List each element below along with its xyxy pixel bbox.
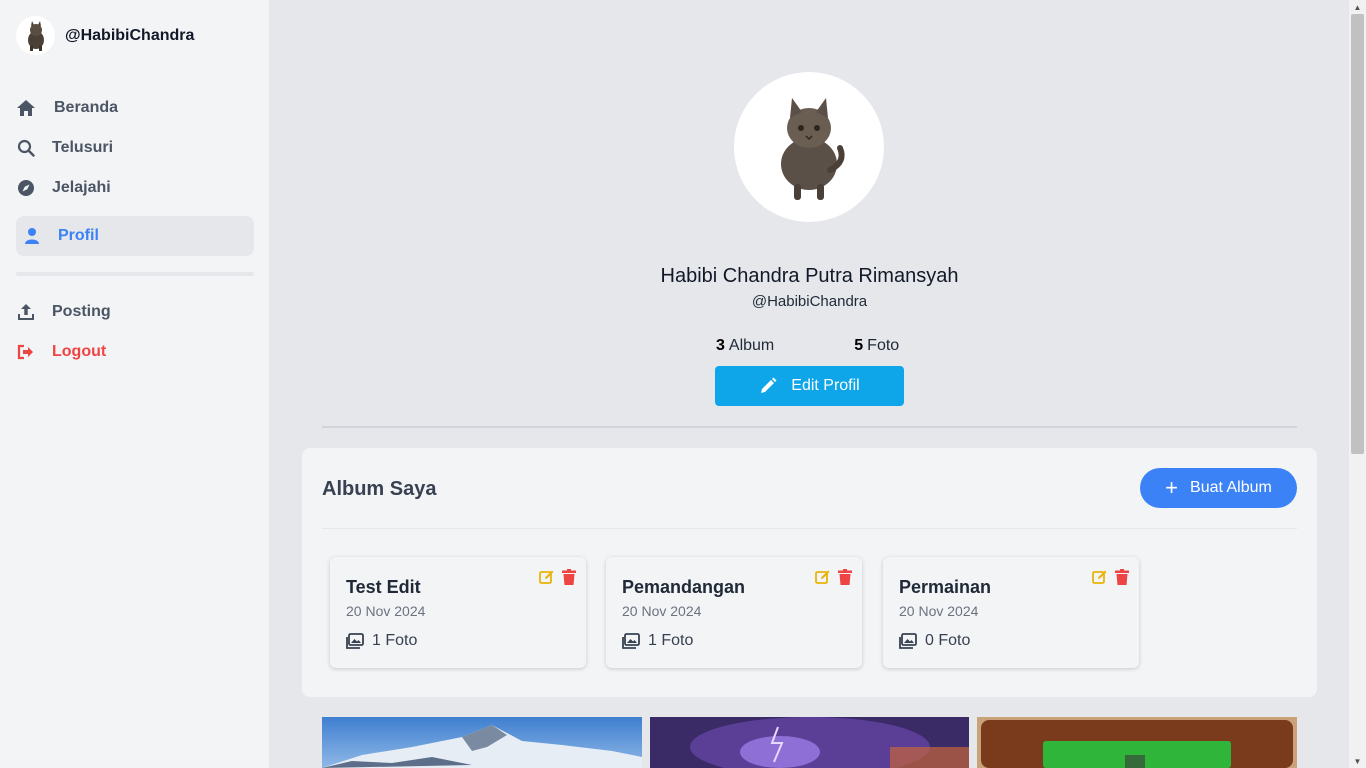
create-album-button[interactable]: + Buat Album bbox=[1140, 468, 1297, 508]
albums-title: Album Saya bbox=[322, 478, 437, 500]
photo-thumbnail-storm[interactable] bbox=[650, 717, 969, 768]
sidebar-divider bbox=[16, 272, 254, 276]
brand-handle: @HabibiChandra bbox=[65, 26, 195, 44]
photo-thumbnail-game[interactable] bbox=[977, 717, 1297, 768]
sidebar-nav: Beranda Telusuri Jelajahi Profil Posting… bbox=[16, 88, 254, 372]
sidebar: @HabibiChandra Beranda Telusuri Jelajahi… bbox=[0, 0, 270, 768]
sidebar-item-posting[interactable]: Posting bbox=[16, 292, 254, 332]
album-count: 3 bbox=[716, 337, 725, 354]
album-count-text: 1 Foto bbox=[372, 632, 418, 649]
sidebar-item-label: Profil bbox=[58, 227, 99, 244]
album-count-text: 1 Foto bbox=[648, 632, 694, 649]
albums-divider bbox=[322, 528, 1297, 529]
album-actions bbox=[1085, 569, 1131, 585]
album-actions bbox=[808, 569, 854, 585]
album-photo-count: 0 Foto bbox=[899, 632, 970, 650]
avatar bbox=[16, 16, 55, 55]
edit-icon[interactable] bbox=[539, 569, 555, 585]
photo-stat: 5 Foto bbox=[854, 337, 899, 355]
scroll-down-icon[interactable]: ▼ bbox=[1349, 754, 1366, 768]
photo-stat-label: Foto bbox=[867, 337, 900, 354]
upload-icon bbox=[16, 302, 36, 322]
album-date: 20 Nov 2024 bbox=[899, 603, 979, 619]
user-icon bbox=[22, 226, 42, 246]
photo-count: 5 bbox=[854, 337, 864, 354]
edit-icon[interactable] bbox=[815, 569, 831, 585]
trash-icon[interactable] bbox=[838, 569, 854, 585]
search-icon bbox=[16, 138, 36, 158]
plus-icon: + bbox=[1165, 475, 1179, 500]
profile-stats: 3 Album 5 Foto bbox=[716, 337, 899, 355]
images-icon bbox=[899, 633, 917, 649]
edit-profile-button[interactable]: Edit Profil bbox=[715, 366, 904, 406]
home-icon bbox=[16, 98, 36, 118]
sidebar-item-label: Jelajahi bbox=[52, 179, 111, 196]
trash-icon[interactable] bbox=[562, 569, 578, 585]
main-content: Habibi Chandra Putra Rimansyah @HabibiCh… bbox=[270, 0, 1349, 768]
logout-icon bbox=[16, 342, 36, 362]
sidebar-item-jelajahi[interactable]: Jelajahi bbox=[16, 168, 254, 208]
album-stat-label: Album bbox=[728, 337, 775, 354]
images-icon bbox=[622, 633, 640, 649]
pencil-icon bbox=[759, 377, 777, 395]
album-card[interactable]: Pemandangan 20 Nov 2024 1 Foto bbox=[606, 557, 862, 668]
album-count-text: 0 Foto bbox=[925, 632, 971, 649]
edit-profile-label: Edit Profil bbox=[791, 377, 860, 394]
compass-icon bbox=[16, 178, 36, 198]
brand[interactable]: @HabibiChandra bbox=[16, 16, 194, 55]
album-date: 20 Nov 2024 bbox=[622, 603, 702, 619]
page-scrollbar[interactable]: ▲ ▼ bbox=[1349, 0, 1366, 768]
edit-icon[interactable] bbox=[1092, 569, 1108, 585]
sidebar-item-label: Beranda bbox=[54, 99, 119, 116]
album-photo-count: 1 Foto bbox=[622, 632, 693, 650]
images-icon bbox=[346, 633, 364, 649]
photo-thumbnail-mountain[interactable] bbox=[322, 717, 642, 768]
sidebar-item-label: Posting bbox=[52, 303, 111, 320]
album-name: Permainan bbox=[899, 577, 992, 597]
sidebar-item-telusuri[interactable]: Telusuri bbox=[16, 128, 254, 168]
album-stat: 3 Album bbox=[716, 337, 774, 355]
sidebar-item-logout[interactable]: Logout bbox=[16, 332, 254, 372]
album-actions bbox=[532, 569, 578, 585]
album-card[interactable]: Permainan 20 Nov 2024 0 Foto bbox=[883, 557, 1139, 668]
album-card[interactable]: Test Edit 20 Nov 2024 1 Foto bbox=[330, 557, 586, 668]
albums-panel: Album Saya + Buat Album Test Edit 20 Nov… bbox=[302, 448, 1317, 697]
album-photo-count: 1 Foto bbox=[346, 632, 417, 650]
scrollbar-thumb[interactable] bbox=[1351, 14, 1364, 454]
profile-divider bbox=[322, 426, 1297, 428]
album-date: 20 Nov 2024 bbox=[346, 603, 426, 619]
profile-full-name: Habibi Chandra Putra Rimansyah bbox=[660, 265, 959, 287]
scroll-up-icon[interactable]: ▲ bbox=[1349, 0, 1366, 14]
profile-avatar bbox=[734, 72, 884, 222]
create-album-label: Buat Album bbox=[1190, 479, 1272, 496]
sidebar-item-beranda[interactable]: Beranda bbox=[16, 88, 254, 128]
profile-handle: @HabibiChandra bbox=[751, 293, 868, 310]
sidebar-item-label: Telusuri bbox=[52, 139, 114, 156]
album-name: Test Edit bbox=[346, 577, 421, 597]
album-name: Pemandangan bbox=[622, 577, 746, 597]
sidebar-item-profil[interactable]: Profil bbox=[16, 216, 254, 256]
trash-icon[interactable] bbox=[1115, 569, 1131, 585]
sidebar-item-label: Logout bbox=[52, 343, 107, 360]
